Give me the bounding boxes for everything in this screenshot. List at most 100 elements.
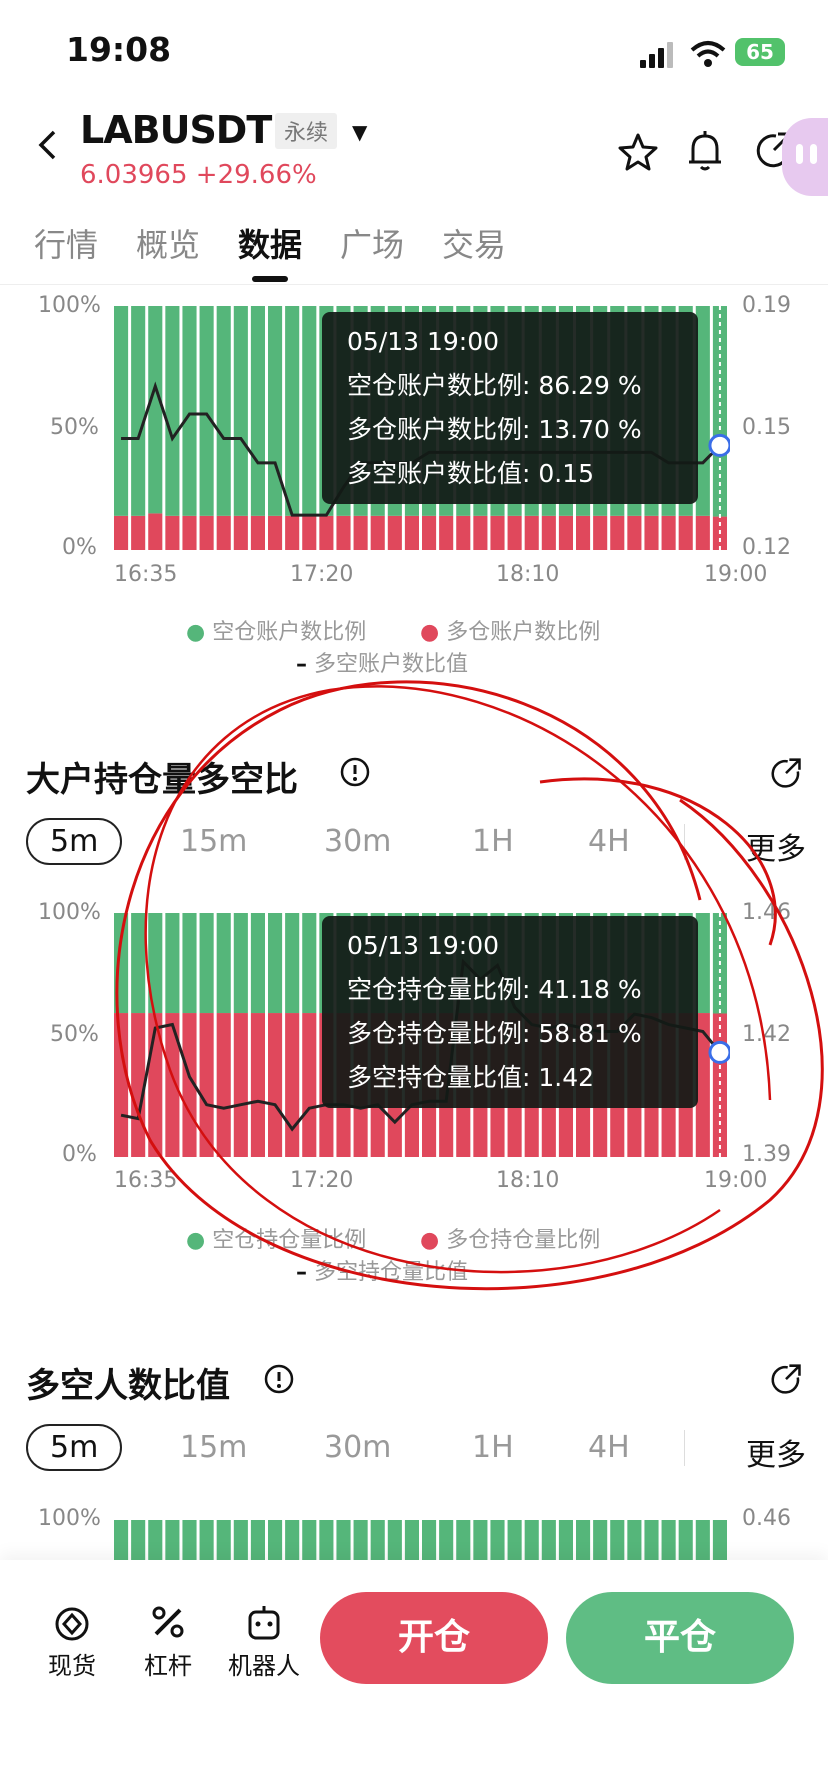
chart2-bar-long-10	[285, 1013, 300, 1157]
share-icon[interactable]	[770, 1364, 802, 1396]
chart2-bar-long-6	[216, 1013, 231, 1157]
chart3-bar-22	[490, 1520, 505, 1560]
nav-spot-label[interactable]: 现货	[40, 1646, 104, 1681]
contract-type-badge: 永续	[275, 113, 338, 149]
tab-market[interactable]: 行情	[34, 220, 98, 266]
chart2-selected-point[interactable]	[708, 1040, 730, 1064]
chevron-down-icon[interactable]: ▼	[352, 120, 367, 144]
chart2-xtick-2: 18:10	[496, 1168, 560, 1193]
chart1-yright-bottom: 0.12	[742, 535, 791, 560]
chart1-selected-point[interactable]	[708, 433, 730, 457]
chart3-bar-1	[131, 1520, 146, 1560]
chart3-bar-27	[576, 1520, 591, 1560]
interval-4h[interactable]: 4H	[588, 1430, 630, 1465]
interval-5m[interactable]: 5m	[26, 818, 123, 865]
chart1-bar-long-13	[336, 515, 351, 550]
chart3-bar-0	[114, 1520, 129, 1560]
chart2-bar-short-8	[250, 913, 265, 1014]
chart1-bar-long-33	[678, 515, 693, 550]
chart2-bar-short-2	[148, 913, 163, 1014]
chart3-bar-11	[302, 1520, 317, 1560]
chart1-xtick-3: 19:00	[704, 562, 768, 587]
chart2-legend-ratio: – 多空持仓量比值	[296, 1260, 469, 1285]
chart1-bar-long-18	[422, 515, 437, 550]
chart3-bar-9	[268, 1520, 283, 1560]
interval-1h[interactable]: 1H	[472, 824, 514, 859]
nav-bot-label[interactable]: 机器人	[222, 1646, 306, 1681]
tab-data[interactable]: 数据	[238, 220, 302, 266]
chart1-yright-mid: 0.15	[742, 415, 791, 440]
floating-assistant-button[interactable]	[782, 118, 828, 196]
close-position-button[interactable]: 平仓	[566, 1592, 794, 1684]
open-position-button[interactable]: 开仓	[320, 1592, 548, 1684]
chart2-bar-short-3	[165, 913, 180, 1014]
chart2-tooltip: 05/13 19:00 空仓持仓量比例: 41.18 % 多仓持仓量比例: 58…	[322, 916, 698, 1108]
chart1-bar-long-16	[387, 515, 402, 550]
chart1-bar-long-21	[473, 515, 488, 550]
interval-30m[interactable]: 30m	[324, 824, 391, 859]
tab-square[interactable]: 广场	[340, 220, 404, 266]
leverage-icon[interactable]	[148, 1602, 188, 1642]
robot-icon[interactable]	[244, 1602, 284, 1642]
percent-change: +29.66%	[195, 160, 317, 190]
tab-overview[interactable]: 概览	[136, 220, 200, 266]
interval-30m[interactable]: 30m	[324, 1430, 391, 1465]
chart2-bar-long-7	[233, 1013, 248, 1157]
chart2-bar-short-7	[233, 913, 248, 1014]
interval-5m[interactable]: 5m	[26, 1424, 123, 1471]
spot-icon[interactable]	[52, 1604, 92, 1644]
chart3-plot[interactable]	[114, 1520, 730, 1560]
info-icon[interactable]	[340, 757, 370, 787]
chart2-yleft-bottom: 0%	[62, 1142, 97, 1167]
tab-trade[interactable]: 交易	[442, 220, 506, 266]
chart3-bar-14	[353, 1520, 368, 1560]
interval-15m[interactable]: 15m	[180, 1430, 247, 1465]
chart3-bar-18	[422, 1520, 437, 1560]
chart1-bar-long-15	[370, 515, 385, 550]
chart1-bar-long-20	[456, 515, 471, 550]
share-icon[interactable]	[770, 758, 802, 790]
divider	[0, 284, 828, 285]
chart3-bar-4	[182, 1520, 197, 1560]
chart3-bar-7	[233, 1520, 248, 1560]
chart1-bar-long-19	[439, 515, 454, 550]
chart3-bar-13	[336, 1520, 351, 1560]
chart1-bar-long-27	[576, 515, 591, 550]
info-icon[interactable]	[264, 1364, 294, 1394]
chart2-bar-short-4	[182, 913, 197, 1014]
chart1-bar-long-10	[285, 515, 300, 550]
symbol-title[interactable]: LABUSDT	[80, 108, 272, 152]
chart1-bar-long-4	[182, 515, 197, 550]
chart2-bar-short-0	[114, 913, 129, 1014]
chart3-bar-33	[678, 1520, 693, 1560]
chart1-tooltip-line3: 多空账户数比值: 0.15	[347, 459, 595, 488]
back-arrow-icon[interactable]	[34, 130, 64, 160]
chart2-bar-long-8	[250, 1013, 265, 1157]
chart3-bar-28	[593, 1520, 608, 1560]
chart1-legend-long: ● 多仓账户数比例	[420, 620, 601, 645]
chart2-bar-short-6	[216, 913, 231, 1014]
chart3-bar-35	[712, 1520, 727, 1560]
chart3-bar-25	[541, 1520, 556, 1560]
chart2-bar-short-10	[285, 913, 300, 1014]
bell-icon[interactable]	[687, 130, 723, 172]
interval-1h[interactable]: 1H	[472, 1430, 514, 1465]
chart3-bar-12	[319, 1520, 334, 1560]
chart2-yright-top: 1.46	[742, 900, 791, 925]
chart1-bar-long-12	[319, 515, 334, 550]
chart3-bar-5	[199, 1520, 214, 1560]
active-tab-indicator	[252, 276, 288, 282]
more-intervals[interactable]: 更多	[746, 1430, 806, 1474]
nav-leverage-label[interactable]: 杠杆	[136, 1646, 200, 1681]
chart2-yleft-top: 100%	[38, 900, 101, 925]
more-intervals[interactable]: 更多	[746, 824, 806, 868]
star-icon[interactable]	[618, 132, 658, 172]
interval-15m[interactable]: 15m	[180, 824, 247, 859]
chart1-bar-long-1	[131, 515, 146, 550]
chart1-bar-long-3	[165, 515, 180, 550]
chart3-bar-29	[610, 1520, 625, 1560]
chart1-bar-short-11	[302, 306, 317, 516]
chart3-bar-3	[165, 1520, 180, 1560]
interval-4h[interactable]: 4H	[588, 824, 630, 859]
chart3-bar-10	[285, 1520, 300, 1560]
